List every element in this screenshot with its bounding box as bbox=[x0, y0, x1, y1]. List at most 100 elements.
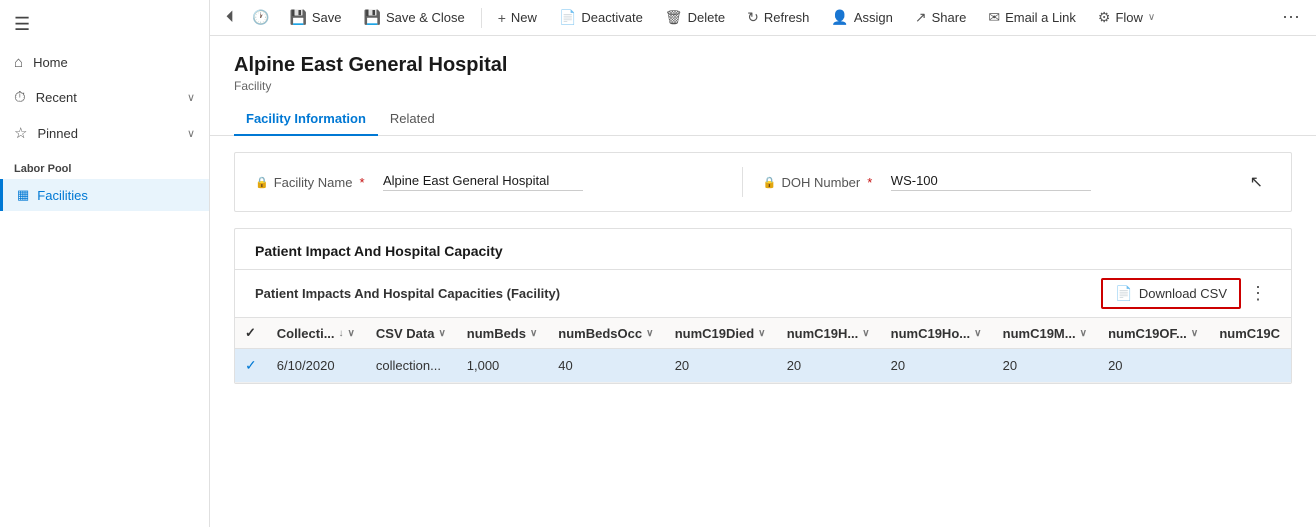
sidebar: ☰ ⌂ Home ⏱ Recent ∨ ☆ Pinned ∨ Labor Poo… bbox=[0, 0, 210, 527]
flow-chevron-icon: ∨ bbox=[1148, 12, 1155, 23]
download-csv-button[interactable]: 📄 Download CSV bbox=[1101, 278, 1241, 309]
row-numbeds: 1,000 bbox=[457, 349, 549, 383]
row-check-cell: ✓ bbox=[235, 349, 267, 383]
col-header-csvdata[interactable]: CSV Data ∨ bbox=[366, 318, 457, 349]
save-close-button[interactable]: 💾 Save & Close bbox=[354, 5, 475, 30]
facility-form-section: 🔒 Facility Name * Alpine East General Ho… bbox=[234, 152, 1292, 212]
facility-name-required: * bbox=[359, 175, 364, 190]
filter-icon-collecti: ∨ bbox=[348, 328, 355, 339]
sidebar-item-facilities[interactable]: ▦ Facilities bbox=[0, 179, 209, 211]
filter-icon-numbedsOcc: ∨ bbox=[646, 328, 653, 339]
flow-icon: ⚙ bbox=[1098, 9, 1111, 26]
sidebar-item-recent-label: Recent bbox=[36, 90, 177, 105]
sidebar-item-pinned-label: Pinned bbox=[37, 126, 176, 141]
col-header-numC19C[interactable]: numC19C bbox=[1209, 318, 1291, 349]
col-header-numbedsOcc[interactable]: numBedsOcc ∨ bbox=[548, 318, 664, 349]
sidebar-item-home[interactable]: ⌂ Home bbox=[0, 45, 209, 80]
subgrid-actions: 📄 Download CSV ⋮ bbox=[1101, 278, 1271, 309]
form-row-1: 🔒 Facility Name * Alpine East General Ho… bbox=[235, 153, 1291, 211]
table-row[interactable]: ✓ 6/10/2020 collection... 1,000 40 20 20… bbox=[235, 349, 1291, 383]
col-header-numC19H[interactable]: numC19H... ∨ bbox=[777, 318, 881, 349]
filter-icon-numC19OF: ∨ bbox=[1191, 328, 1198, 339]
row-checkmark-icon: ✓ bbox=[245, 357, 257, 373]
record-title: Alpine East General Hospital bbox=[234, 54, 1292, 77]
toolbar-separator-1 bbox=[481, 8, 482, 28]
new-icon: + bbox=[498, 10, 506, 26]
recent-icon: ⏱ bbox=[14, 89, 26, 106]
pinned-icon: ☆ bbox=[14, 124, 27, 142]
subgrid-header-row: Patient Impacts And Hospital Capacities … bbox=[235, 270, 1291, 318]
sidebar-item-recent[interactable]: ⏱ Recent ∨ bbox=[0, 80, 209, 115]
lock-icon-1: 🔒 bbox=[255, 176, 269, 189]
subgrid-more-button[interactable]: ⋮ bbox=[1245, 279, 1271, 308]
history-icon[interactable]: 🕐 bbox=[244, 5, 277, 30]
save-button[interactable]: 💾 Save bbox=[279, 5, 351, 30]
impact-section-title: Patient Impact And Hospital Capacity bbox=[235, 229, 1291, 270]
row-numC19Ho: 20 bbox=[881, 349, 993, 383]
row-numC19H: 20 bbox=[777, 349, 881, 383]
recent-chevron-icon: ∨ bbox=[187, 91, 195, 104]
row-numbedsOcc: 40 bbox=[548, 349, 664, 383]
deactivate-button[interactable]: 📄 Deactivate bbox=[549, 5, 653, 30]
share-button[interactable]: ↗ Share bbox=[905, 5, 976, 30]
facility-name-value[interactable]: Alpine East General Hospital bbox=[383, 173, 583, 191]
cursor-indicator: ↖ bbox=[1250, 172, 1271, 192]
facility-name-label: 🔒 Facility Name * bbox=[255, 175, 375, 190]
tab-bar: Facility Information Related bbox=[210, 93, 1316, 136]
doh-number-label: 🔒 DOH Number * bbox=[763, 175, 883, 190]
sidebar-item-pinned[interactable]: ☆ Pinned ∨ bbox=[0, 115, 209, 151]
record-header: Alpine East General Hospital Facility bbox=[210, 36, 1316, 93]
row-numC19Died: 20 bbox=[665, 349, 777, 383]
col-header-numC19OF[interactable]: numC19OF... ∨ bbox=[1098, 318, 1209, 349]
assign-button[interactable]: 👤 Assign bbox=[821, 5, 902, 30]
col-header-numC19Died[interactable]: numC19Died ∨ bbox=[665, 318, 777, 349]
col-header-numC19M[interactable]: numC19M... ∨ bbox=[993, 318, 1098, 349]
pinned-chevron-icon: ∨ bbox=[187, 127, 195, 140]
home-icon: ⌂ bbox=[14, 54, 23, 71]
filter-icon-numC19H: ∨ bbox=[862, 328, 869, 339]
subgrid-title: Patient Impacts And Hospital Capacities … bbox=[255, 286, 560, 301]
assign-icon: 👤 bbox=[831, 9, 848, 26]
row-numC19OF: 20 bbox=[1098, 349, 1209, 383]
delete-button[interactable]: 🗑 Delete bbox=[655, 5, 735, 30]
save-icon: 💾 bbox=[289, 9, 306, 26]
flow-button[interactable]: ⚙ Flow ∨ bbox=[1088, 5, 1165, 30]
delete-icon: 🗑 bbox=[665, 9, 683, 26]
save-close-icon: 💾 bbox=[364, 9, 381, 26]
main-area: ⏴ 🕐 💾 Save 💾 Save & Close + New 📄 Deacti… bbox=[210, 0, 1316, 527]
col-header-check: ✓ bbox=[235, 318, 267, 349]
share-icon: ↗ bbox=[915, 9, 927, 26]
checkmark-icon: ✓ bbox=[245, 325, 256, 340]
col-header-numbeds[interactable]: numBeds ∨ bbox=[457, 318, 549, 349]
filter-icon-numC19Died: ∨ bbox=[758, 328, 765, 339]
tab-related[interactable]: Related bbox=[378, 103, 447, 136]
record-subtitle: Facility bbox=[234, 79, 1292, 93]
history-back-button[interactable]: ⏴ bbox=[218, 5, 242, 31]
row-numC19C bbox=[1209, 349, 1291, 383]
new-button[interactable]: + New bbox=[488, 6, 547, 30]
row-collecti: 6/10/2020 bbox=[267, 349, 366, 383]
email-link-button[interactable]: ✉ Email a Link bbox=[978, 5, 1086, 30]
lock-icon-2: 🔒 bbox=[763, 176, 777, 189]
hamburger-menu[interactable]: ☰ bbox=[0, 4, 209, 45]
col-header-collecti[interactable]: Collecti... ↓ ∨ bbox=[267, 318, 366, 349]
download-csv-icon: 📄 bbox=[1115, 285, 1132, 302]
toolbar: ⏴ 🕐 💾 Save 💾 Save & Close + New 📄 Deacti… bbox=[210, 0, 1316, 36]
filter-icon-numbeds: ∨ bbox=[530, 328, 537, 339]
form-field-divider bbox=[742, 167, 743, 197]
patient-impact-table: ✓ Collecti... ↓ ∨ CSV Data bbox=[235, 318, 1291, 383]
doh-number-field: 🔒 DOH Number * WS-100 bbox=[763, 173, 1230, 191]
doh-number-value[interactable]: WS-100 bbox=[891, 173, 1091, 191]
sidebar-section-labor-pool: Labor Pool bbox=[0, 151, 209, 179]
main-content: Alpine East General Hospital Facility Fa… bbox=[210, 36, 1316, 527]
col-header-numC19Ho[interactable]: numC19Ho... ∨ bbox=[881, 318, 993, 349]
filter-icon-csvdata: ∨ bbox=[438, 328, 445, 339]
refresh-button[interactable]: ↻ Refresh bbox=[737, 5, 819, 30]
row-numC19M: 20 bbox=[993, 349, 1098, 383]
sidebar-item-home-label: Home bbox=[33, 55, 195, 70]
email-link-icon: ✉ bbox=[988, 9, 1000, 26]
tab-facility-information[interactable]: Facility Information bbox=[234, 103, 378, 136]
refresh-icon: ↻ bbox=[747, 9, 759, 26]
toolbar-more-button[interactable]: ⋯ bbox=[1274, 3, 1308, 32]
filter-icon-numC19M: ∨ bbox=[1080, 328, 1087, 339]
